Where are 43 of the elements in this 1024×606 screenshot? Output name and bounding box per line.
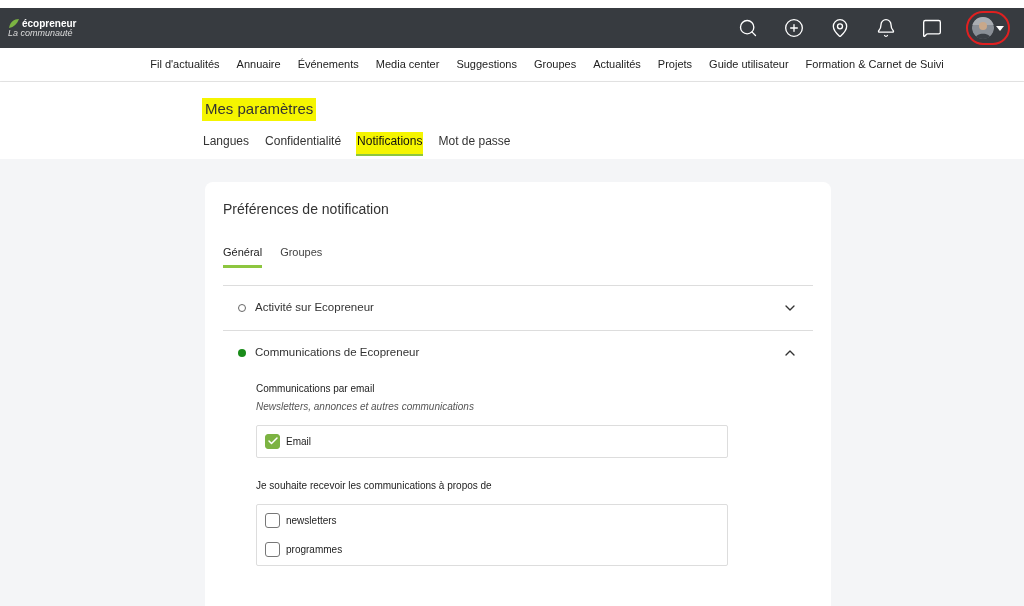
option-label: programmes <box>286 542 343 557</box>
search-icon[interactable] <box>738 18 758 38</box>
checkbox[interactable] <box>265 541 280 557</box>
group-hint: Newsletters, annonces et autres communications <box>256 399 475 414</box>
card-title: Préférences de notification <box>223 200 390 219</box>
pin-icon[interactable] <box>830 18 850 38</box>
nav-link[interactable]: Projets <box>657 56 693 73</box>
option-label: Email <box>286 434 311 449</box>
caret-icon <box>996 25 1004 31</box>
group-label: Je souhaite recevoir les communications à propos de <box>256 478 493 493</box>
plus-icon[interactable] <box>784 18 804 38</box>
preference-tab[interactable]: Général <box>223 244 263 268</box>
section-header[interactable]: Activité sur Ecopreneur <box>223 285 813 330</box>
preference-tab[interactable]: Groupes <box>280 244 323 268</box>
bell-icon[interactable] <box>876 18 896 38</box>
checkbox[interactable] <box>265 512 280 528</box>
settings-tab[interactable]: Langues <box>202 132 251 156</box>
nav-link[interactable]: Suggestions <box>456 56 517 73</box>
option-label: newsletters <box>286 513 337 528</box>
nav-link[interactable]: Annuaire <box>236 56 281 73</box>
section-header[interactable]: Communications de Ecopreneur <box>223 330 813 375</box>
chat-icon[interactable] <box>922 18 942 38</box>
logo-tagline: La communauté <box>8 29 73 38</box>
nav-link[interactable]: Groupes <box>533 56 577 73</box>
checkbox[interactable] <box>265 433 280 449</box>
nav-link[interactable]: Fil d'actualités <box>150 56 220 73</box>
nav-link[interactable]: Événements <box>297 56 359 73</box>
logo-name: écopreneur <box>22 18 77 29</box>
settings-tab[interactable]: Mot de passe <box>437 132 512 156</box>
nav-link[interactable]: Guide utilisateur <box>709 56 789 73</box>
group-label: Communications par email <box>256 381 376 396</box>
section-title: Communications de Ecopreneur <box>255 344 420 360</box>
page-title: Mes paramètres <box>202 98 317 121</box>
logo[interactable]: écopreneur La communauté <box>8 18 77 38</box>
leaf-icon <box>8 18 20 29</box>
nav-link[interactable]: Actualités <box>593 56 641 73</box>
account-menu[interactable] <box>968 13 1008 43</box>
nav-link[interactable]: Formation & Carnet de Suivi <box>805 56 944 73</box>
check-icon <box>266 435 279 447</box>
settings-tab[interactable]: Notifications <box>356 132 424 156</box>
nav-link[interactable]: Media center <box>375 56 440 73</box>
section-title: Activité sur Ecopreneur <box>255 299 374 315</box>
settings-tab[interactable]: Confidentialité <box>264 132 343 156</box>
